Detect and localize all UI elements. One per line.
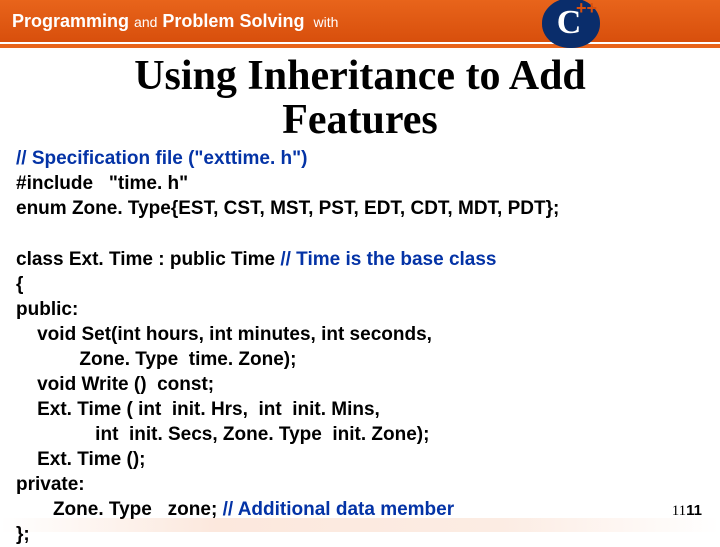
code-block: // Specification file ("exttime. h") #in… xyxy=(16,146,704,547)
code-comment-base: // Time is the base class xyxy=(280,249,496,270)
header-title: Programming and Problem Solving with xyxy=(12,11,338,32)
code-private: private: xyxy=(16,474,85,495)
title-line-1: Using Inheritance to Add xyxy=(0,54,720,98)
code-ctor-1: Ext. Time ( int init. Hrs, int init. Min… xyxy=(16,399,380,420)
slide-content: // Specification file ("exttime. h") #in… xyxy=(0,142,720,547)
code-ctor-default: Ext. Time (); xyxy=(16,449,146,470)
header-divider xyxy=(0,44,720,48)
code-comment-spec: // Specification file ("exttime. h") xyxy=(16,148,307,169)
code-enum: enum Zone. Type{EST, CST, MST, PST, EDT,… xyxy=(16,198,559,219)
page-number-2: 11 xyxy=(686,502,702,519)
cpp-logo-icon: C ++ xyxy=(542,0,600,48)
code-brace-open: { xyxy=(16,274,23,295)
header-and: and xyxy=(134,14,157,30)
title-line-2: Features xyxy=(0,98,720,142)
code-class-decl: class Ext. Time : public Time xyxy=(16,249,280,270)
code-set-2: Zone. Type time. Zone); xyxy=(16,349,296,370)
code-set-1: void Set(int hours, int minutes, int sec… xyxy=(16,324,432,345)
slide-title: Using Inheritance to Add Features xyxy=(0,54,720,142)
book-header: Programming and Problem Solving with C +… xyxy=(0,0,720,42)
header-with: with xyxy=(313,14,338,30)
header-programming: Programming xyxy=(12,11,129,31)
code-public: public: xyxy=(16,299,78,320)
header-problem-solving: Problem Solving xyxy=(162,11,304,31)
page-number-1: 11 xyxy=(672,503,686,519)
code-include: #include "time. h" xyxy=(16,173,188,194)
code-write: void Write () const; xyxy=(16,374,214,395)
page-number: 1111 xyxy=(672,502,702,520)
code-ctor-2: int init. Secs, Zone. Type init. Zone); xyxy=(16,424,429,445)
logo-plusplus: ++ xyxy=(576,0,597,17)
footer-divider xyxy=(0,518,720,532)
